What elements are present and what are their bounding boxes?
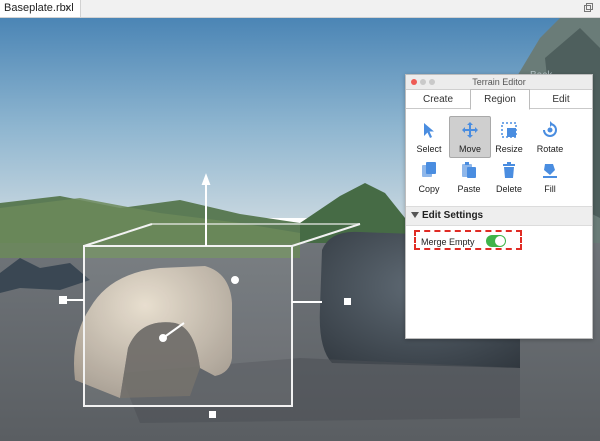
resize-icon bbox=[501, 122, 517, 138]
delete-tool-button[interactable]: Delete bbox=[489, 157, 529, 197]
tab-region[interactable]: Region bbox=[470, 89, 530, 110]
rotate-tool-button[interactable]: Rotate bbox=[530, 117, 570, 157]
copy-tool-button[interactable]: Copy bbox=[409, 157, 449, 197]
tab-create[interactable]: Create bbox=[406, 90, 470, 108]
cursor-icon bbox=[424, 123, 434, 138]
edit-settings-title: Edit Settings bbox=[422, 210, 484, 221]
trash-icon bbox=[503, 162, 515, 178]
panel-titlebar[interactable]: Terrain Editor bbox=[406, 75, 592, 90]
document-tab[interactable]: Baseplate.rbxl × bbox=[0, 0, 81, 17]
annotation-highlight bbox=[414, 230, 522, 250]
move-icon bbox=[462, 122, 478, 138]
select-tool-button[interactable]: Select bbox=[409, 117, 449, 157]
document-tab-bar: Baseplate.rbxl × bbox=[0, 0, 600, 18]
tab-edit[interactable]: Edit bbox=[530, 90, 592, 108]
paste-icon bbox=[462, 162, 476, 178]
zoom-window-icon[interactable] bbox=[429, 79, 435, 85]
close-window-icon[interactable] bbox=[411, 79, 417, 85]
copy-icon bbox=[422, 162, 436, 177]
mode-tabs: Create Region Edit bbox=[406, 89, 592, 110]
fill-tool-button[interactable]: Fill bbox=[530, 157, 570, 197]
paste-tool-button[interactable]: Paste bbox=[449, 157, 489, 197]
edit-settings-header[interactable]: Edit Settings bbox=[406, 206, 592, 226]
document-tab-label: Baseplate.rbxl bbox=[4, 2, 74, 14]
terrain-editor-panel: Terrain Editor Create Region Edit Select… bbox=[405, 74, 593, 339]
rotate-tool-label: Rotate bbox=[536, 144, 564, 154]
panel-title: Terrain Editor bbox=[472, 77, 526, 87]
close-icon[interactable]: × bbox=[65, 0, 71, 17]
rotate-icon bbox=[543, 121, 557, 137]
fill-tool-label: Fill bbox=[544, 184, 556, 194]
collapse-arrow-icon bbox=[411, 212, 419, 218]
fill-icon bbox=[543, 164, 557, 178]
restore-window-icon[interactable] bbox=[584, 3, 593, 12]
minimize-window-icon[interactable] bbox=[420, 79, 426, 85]
resize-tool-button[interactable]: Resize bbox=[489, 117, 529, 157]
